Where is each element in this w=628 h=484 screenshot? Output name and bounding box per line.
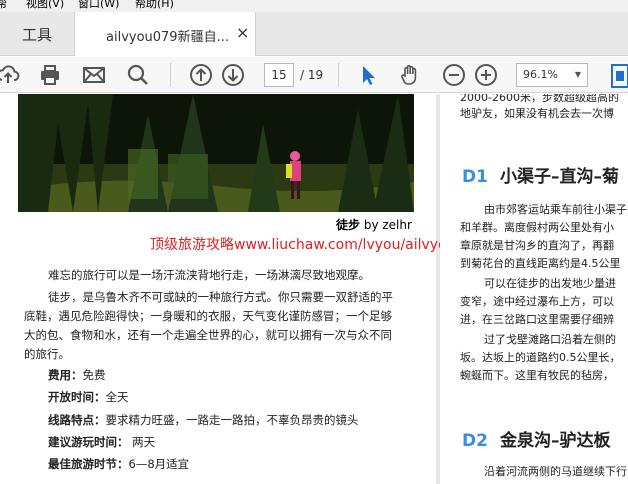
paragraph-body-line: 的旅行。 [24, 347, 70, 361]
paragraph-body-line: 底鞋，遇见危险跑得快；一身暖和的衣服，天气变化谨防感冒；一个足够 [24, 309, 392, 323]
section-code: D1 [462, 167, 488, 187]
photo-caption: 徒步 by zelhr [336, 216, 412, 233]
tab-bar: 工具 ailvyou079新疆自... × [0, 12, 628, 56]
text-line: 变窄，途中经过瀑布上方，可以 [460, 295, 614, 308]
close-tab-icon[interactable]: × [236, 23, 249, 42]
section-title: 小渠子–直沟–菊 [499, 167, 619, 187]
info-row-season: 最佳旅游时节：6—8月适宜 [48, 456, 189, 472]
text-line: 沿着河流两侧的马道继续下行 [484, 465, 627, 478]
toolbar-separator [170, 63, 171, 87]
caption-credit: by zelhr [360, 218, 412, 232]
pdf-page-right: 2000-2600米，步数超级超高的 地驴友，如果没有机会去一次博 D1 小渠子–… [440, 94, 628, 484]
info-label: 建议游玩时间： [48, 435, 129, 449]
info-row-route: 线路特点：要求精力旺盛，一路走一路拍，不辜负昂贵的镜头 [48, 412, 359, 428]
info-label: 费用： [48, 368, 83, 382]
watermark-text: 顶级旅游攻略www.liuchaw.com/lvyou/ailvyou [150, 237, 456, 253]
section-title: 金泉沟–驴达板 [499, 431, 611, 451]
text-line: 蜿蜒而下。这里有牧民的毡房， [460, 369, 614, 382]
toolbar-separator [338, 63, 339, 87]
zoom-in-icon[interactable] [474, 63, 498, 87]
menu-item-help-partial[interactable]: 帮 [0, 0, 7, 9]
zoom-out-icon[interactable] [442, 63, 466, 87]
paragraph-body-line: 徒步，是乌鲁木齐不可或缺的一种旅行方式。你只需要一双舒适的平 [48, 290, 393, 304]
section-code: D2 [462, 431, 488, 451]
info-label: 线路特点： [48, 413, 106, 427]
tab-tools[interactable]: 工具 [0, 12, 74, 56]
previous-page-icon[interactable] [189, 63, 213, 87]
info-row-hours: 开放时间：全天 [48, 389, 129, 405]
chevron-down-icon: ▼ [574, 70, 581, 79]
caption-title: 徒步 [336, 218, 361, 232]
menu-item-view[interactable]: 视图(V) [26, 0, 64, 9]
section-heading-d2: D2 金泉沟–驴达板 [462, 426, 610, 451]
zoom-value: 96.1% [523, 68, 558, 81]
paragraph-intro: 难忘的旅行可以是一场汗流浃背地行走，一场淋漓尽致地观摩。 [48, 268, 370, 282]
info-value: 6—8月适宜 [128, 457, 190, 471]
menu-item-window[interactable]: 窗口(W) [78, 0, 119, 9]
text-line: 到菊花台的直线距离约是4.5公里 [460, 257, 621, 270]
text-line: 和羊群。离度假村两公里处有小 [460, 221, 614, 234]
section-heading-d1: D1 小渠子–直沟–菊 [462, 162, 619, 187]
text-line: 坂。达坂上的道路约0.5公里长， [460, 351, 621, 364]
hand-tool-icon[interactable] [398, 63, 422, 87]
tab-tools-label: 工具 [21, 25, 52, 44]
search-icon[interactable] [126, 63, 150, 87]
text-line: 过了戈壁滩路口沿着左侧的 [484, 333, 616, 346]
document-viewport[interactable]: 徒步 by zelhr 顶级旅游攻略www.liuchaw.com/lvyou/… [0, 94, 628, 484]
print-icon[interactable] [38, 63, 62, 87]
text-line: 章原就是甘沟乡的直沟了，再翻 [460, 239, 614, 252]
export-panel-icon[interactable] [610, 63, 628, 89]
text-line: 由市郊客运站乘车前往小渠子 [484, 203, 627, 216]
next-page-icon[interactable] [221, 63, 245, 87]
hiking-photo [18, 94, 414, 212]
zoom-select[interactable]: 96.1% ▼ [516, 63, 588, 87]
text-line: 进，在三岔路口这里需要仔细辨 [460, 313, 614, 326]
upload-icon[interactable] [0, 63, 20, 87]
info-row-cost: 费用：免费 [48, 367, 106, 383]
tab-document-label: ailvyou079新疆自... [106, 30, 229, 45]
info-value: 免费 [82, 368, 106, 382]
page-total: / 19 [300, 68, 324, 82]
paragraph-body-line: 大的包、食物和水，还有一个走遍全世界的心，就可以拥有一次与众不同 [24, 328, 392, 342]
pdf-page-left: 徒步 by zelhr 顶级旅游攻略www.liuchaw.com/lvyou/… [0, 94, 456, 484]
menu-item-help[interactable]: 帮助(H) [135, 0, 174, 9]
page-number-input[interactable]: 15 [264, 63, 294, 87]
info-label: 最佳旅游时节： [48, 457, 129, 471]
text-line: 可以在徒步的出发地少量进 [484, 277, 616, 290]
select-cursor-icon[interactable] [356, 63, 380, 87]
text-line: 地驴友，如果没有机会去一次博 [460, 107, 614, 120]
info-label: 开放时间： [48, 390, 106, 404]
info-row-duration: 建议游玩时间： 两天 [48, 434, 155, 450]
info-value: 全天 [105, 390, 129, 404]
info-value: 要求精力旺盛，一路走一路拍，不辜负昂贵的镜头 [105, 413, 359, 427]
toolbar: 15 / 19 96.1% ▼ [0, 57, 628, 93]
tab-document[interactable]: ailvyou079新疆自... × [74, 12, 256, 56]
info-value: 两天 [128, 435, 156, 449]
menu-bar: 帮 视图(V) 窗口(W) 帮助(H) [0, 0, 628, 12]
email-icon[interactable] [82, 63, 106, 87]
